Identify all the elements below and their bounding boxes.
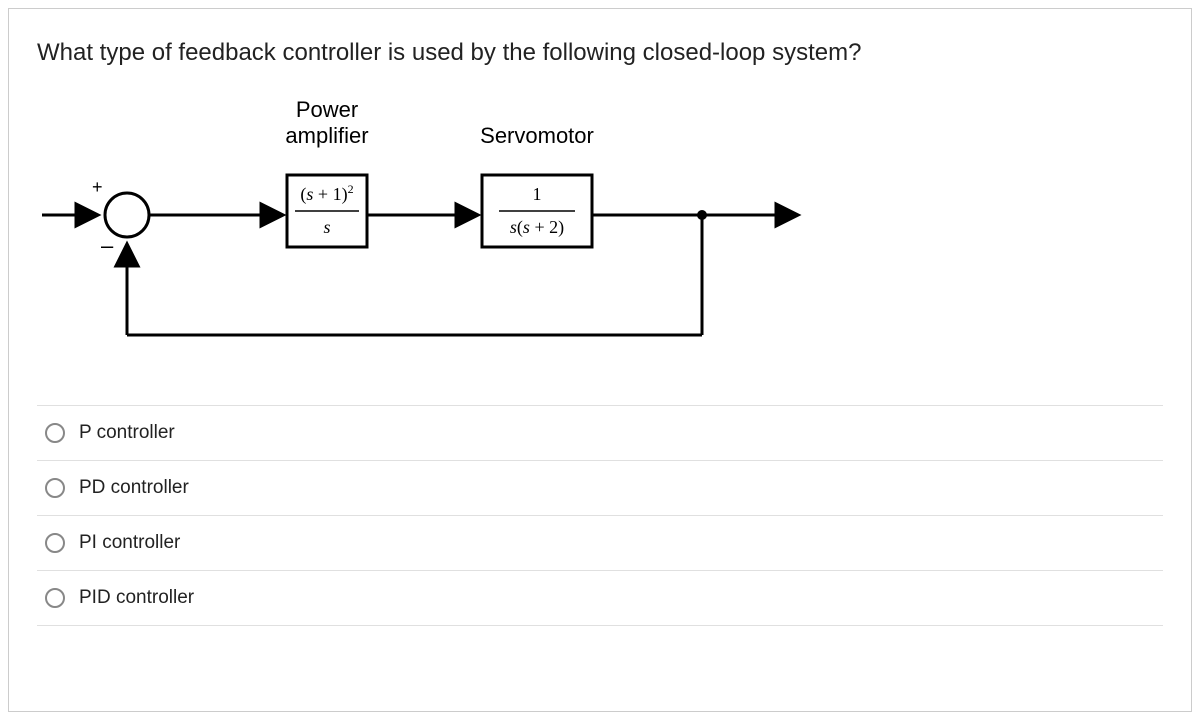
servomotor-label: Servomotor xyxy=(480,123,594,148)
question-text: What type of feedback controller is used… xyxy=(37,39,1163,67)
power-amplifier-label-1: Power xyxy=(296,97,358,122)
tf2-numerator: 1 xyxy=(533,184,542,204)
radio-pd[interactable] xyxy=(45,478,65,498)
minus-sign: – xyxy=(101,233,114,258)
block-diagram: Power amplifier Servomotor + – (s + 1)2 … xyxy=(37,85,817,365)
option-label: PD controller xyxy=(79,477,189,499)
power-amplifier-label-2: amplifier xyxy=(285,123,368,148)
radio-pi[interactable] xyxy=(45,533,65,553)
option-label: PI controller xyxy=(79,532,180,554)
option-label: PID controller xyxy=(79,587,194,609)
tf2-denominator: s(s + 2) xyxy=(510,217,564,238)
plus-sign: + xyxy=(92,177,103,197)
radio-p[interactable] xyxy=(45,423,65,443)
question-card: What type of feedback controller is used… xyxy=(8,8,1192,712)
option-pd[interactable]: PD controller xyxy=(37,460,1163,515)
tf1-numerator: (s + 1)2 xyxy=(300,182,353,205)
options-group: P controller PD controller PI controller… xyxy=(37,405,1163,626)
option-pi[interactable]: PI controller xyxy=(37,515,1163,570)
option-label: P controller xyxy=(79,422,175,444)
option-pid[interactable]: PID controller xyxy=(37,570,1163,626)
option-p[interactable]: P controller xyxy=(37,405,1163,460)
summing-junction xyxy=(105,193,149,237)
radio-pid[interactable] xyxy=(45,588,65,608)
tf1-denominator: s xyxy=(323,217,330,237)
